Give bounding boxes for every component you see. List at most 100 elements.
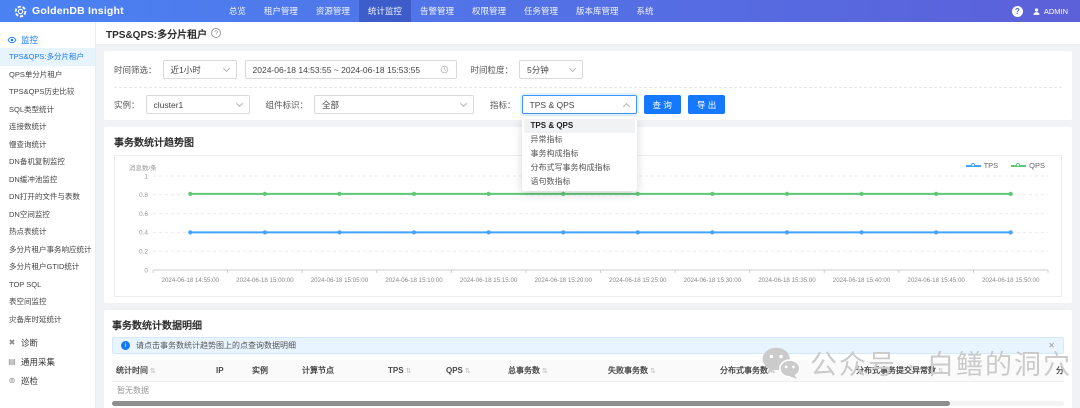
- user-menu[interactable]: ADMIN: [1032, 7, 1068, 16]
- legend-item-TPS[interactable]: TPS: [965, 161, 998, 170]
- sidebar-item-13[interactable]: TOP SQL: [0, 276, 95, 294]
- svg-text:2024-06-18 15:35:00: 2024-06-18 15:35:00: [758, 277, 816, 284]
- nav-item-6[interactable]: 任务管理: [515, 0, 567, 22]
- svg-text:2024-06-18 15:30:00: 2024-06-18 15:30:00: [684, 277, 742, 284]
- column-header-2[interactable]: 实例: [248, 365, 298, 376]
- svg-text:0.8: 0.8: [139, 192, 148, 199]
- sidebar-tool-2[interactable]: ⊚ 巡检: [0, 371, 95, 390]
- metric-option-1[interactable]: 异常指标: [524, 133, 635, 147]
- svg-text:2024-06-18 15:40:00: 2024-06-18 15:40:00: [833, 277, 891, 284]
- metric-option-2[interactable]: 事务构成指标: [524, 147, 635, 161]
- column-header-0[interactable]: 统计时间: [112, 365, 212, 376]
- nav-item-7[interactable]: 版本库管理: [567, 0, 628, 22]
- scrollbar-thumb[interactable]: [112, 401, 950, 406]
- granularity-select[interactable]: 5分钟: [519, 60, 584, 79]
- column-label: 分: [1056, 366, 1064, 375]
- component-value: 全部: [322, 99, 340, 110]
- date-range-picker[interactable]: 2024-06-18 14:53:55 ~ 2024-06-18 15:53:5…: [244, 60, 457, 79]
- svg-text:2024-06-18 15:25:00: 2024-06-18 15:25:00: [609, 277, 667, 284]
- column-label: IP: [216, 366, 224, 375]
- nav-item-0[interactable]: 总览: [220, 0, 255, 22]
- component-label: 组件标识：: [265, 99, 309, 110]
- sidebar-item-2[interactable]: TPS&QPS历史比较: [0, 83, 95, 101]
- sidebar-item-14[interactable]: 表空间监控: [0, 293, 95, 311]
- sort-icon[interactable]: [650, 367, 656, 375]
- page-header: TPS&QPS:多分片租户: [96, 22, 1080, 45]
- column-header-3[interactable]: 计算节点: [298, 365, 384, 376]
- sidebar-item-12[interactable]: 多分片租户GTID统计: [0, 258, 95, 276]
- sidebar-item-4[interactable]: 连接数统计: [0, 118, 95, 136]
- nav-item-2[interactable]: 资源管理: [307, 0, 359, 22]
- sidebar-item-1[interactable]: QPS单分片租户: [0, 66, 95, 84]
- column-header-9[interactable]: 分布式事务提交异常数: [852, 365, 1052, 376]
- column-label: 分布式事务数: [720, 366, 768, 375]
- sort-icon[interactable]: [938, 367, 944, 375]
- metric-option-3[interactable]: 分布式写事务构成指标: [524, 161, 635, 175]
- column-header-7[interactable]: 失败事务数: [604, 365, 716, 376]
- sidebar-tool-label: 巡检: [21, 375, 39, 386]
- sidebar-item-6[interactable]: DN备机复制监控: [0, 153, 95, 171]
- metric-label: 指标：: [490, 99, 516, 110]
- sort-icon[interactable]: [542, 367, 548, 375]
- column-header-10[interactable]: 分: [1052, 365, 1064, 376]
- nav-item-5[interactable]: 权限管理: [463, 0, 515, 22]
- sort-icon[interactable]: [406, 367, 412, 375]
- column-header-6[interactable]: 总事务数: [504, 365, 604, 376]
- user-icon: [1033, 7, 1040, 15]
- sidebar-item-8[interactable]: DN打开的文件与表数: [0, 188, 95, 206]
- info-banner: 请点击事务数统计趋势图上的点查询数据明细: [112, 337, 1064, 354]
- time-preset-select[interactable]: 近1小时: [162, 60, 237, 79]
- nav-item-3[interactable]: 统计监控: [358, 0, 411, 22]
- export-button[interactable]: 导 出: [687, 95, 726, 114]
- main-area: TPS&QPS:多分片租户 时间筛选： 近1小时 2024-06-18 14:5…: [96, 22, 1080, 408]
- sidebar-item-9[interactable]: DN空间监控: [0, 206, 95, 224]
- metric-dropdown: TPS & QPS 异常指标 事务构成指标 分布式写事务构成指标 语句数指标: [521, 117, 637, 191]
- granularity-value: 5分钟: [527, 64, 549, 75]
- sidebar-tool-1[interactable]: ▤ 通用采集: [0, 352, 95, 371]
- sidebar-item-7[interactable]: DN缓冲池监控: [0, 171, 95, 189]
- svg-text:2024-06-18 15:45:00: 2024-06-18 15:45:00: [907, 277, 965, 284]
- chevron-down-icon: [222, 64, 230, 73]
- eye-icon: [7, 36, 17, 43]
- sidebar-group-label: 监控: [21, 34, 39, 45]
- table-empty-text: 暂无数据: [117, 386, 149, 395]
- sort-icon[interactable]: [770, 367, 776, 375]
- column-header-5[interactable]: QPS: [442, 366, 504, 375]
- query-button[interactable]: 查 询: [643, 95, 681, 114]
- nav-item-4[interactable]: 告警管理: [411, 0, 463, 22]
- sidebar-item-15[interactable]: 灾备库时延统计: [0, 311, 95, 329]
- svg-text:2024-06-18 14:55:00: 2024-06-18 14:55:00: [162, 277, 220, 284]
- page-help-icon[interactable]: [211, 28, 222, 38]
- metric-select[interactable]: TPS & QPS: [521, 95, 637, 114]
- column-header-4[interactable]: TPS: [384, 366, 442, 375]
- sidebar: 监控 TPS&QPS:多分片租户 QPS单分片租户 TPS&QPS历史比较 SQL类型…: [0, 22, 96, 408]
- column-header-8[interactable]: 分布式事务数: [716, 365, 852, 376]
- instance-select[interactable]: cluster1: [145, 95, 250, 114]
- component-select[interactable]: 全部: [314, 95, 475, 114]
- nav-item-1[interactable]: 租户管理: [255, 0, 307, 22]
- nav-item-8[interactable]: 系统: [628, 0, 663, 22]
- metric-option-0[interactable]: TPS & QPS: [523, 119, 635, 133]
- sidebar-item-5[interactable]: 慢查询统计: [0, 136, 95, 154]
- top-navbar: GoldenDB Insight 总览 租户管理 资源管理 统计监控 告警管理 权限管理任…: [0, 0, 1080, 22]
- date-range-value: 2024-06-18 14:53:55 ~ 2024-06-18 15:53:5…: [252, 64, 421, 75]
- sort-icon[interactable]: [150, 367, 156, 375]
- help-icon[interactable]: [1011, 5, 1023, 17]
- metric-value: TPS & QPS: [529, 99, 575, 110]
- sidebar-tool-0[interactable]: ✖ 诊断: [0, 333, 95, 352]
- legend-item-QPS[interactable]: QPS: [1011, 161, 1045, 170]
- sidebar-item-11[interactable]: 多分片租户事务响应统计: [0, 241, 95, 259]
- metric-option-4[interactable]: 语句数指标: [524, 175, 635, 189]
- sort-icon[interactable]: [465, 367, 471, 375]
- svg-text:0.4: 0.4: [139, 230, 148, 237]
- sidebar-item-3[interactable]: SQL类型统计: [0, 101, 95, 119]
- close-icon[interactable]: [1048, 341, 1055, 350]
- column-header-1[interactable]: IP: [212, 366, 248, 375]
- sidebar-item-10[interactable]: 热点表统计: [0, 223, 95, 241]
- chevron-down-icon: [568, 64, 577, 73]
- sidebar-item-0[interactable]: TPS&QPS:多分片租户: [0, 48, 95, 66]
- instance-label: 实例：: [114, 99, 140, 110]
- legend-label: QPS: [1029, 161, 1045, 170]
- time-preset-value: 近1小时: [170, 64, 201, 75]
- sidebar-group-monitor[interactable]: 监控: [0, 31, 95, 48]
